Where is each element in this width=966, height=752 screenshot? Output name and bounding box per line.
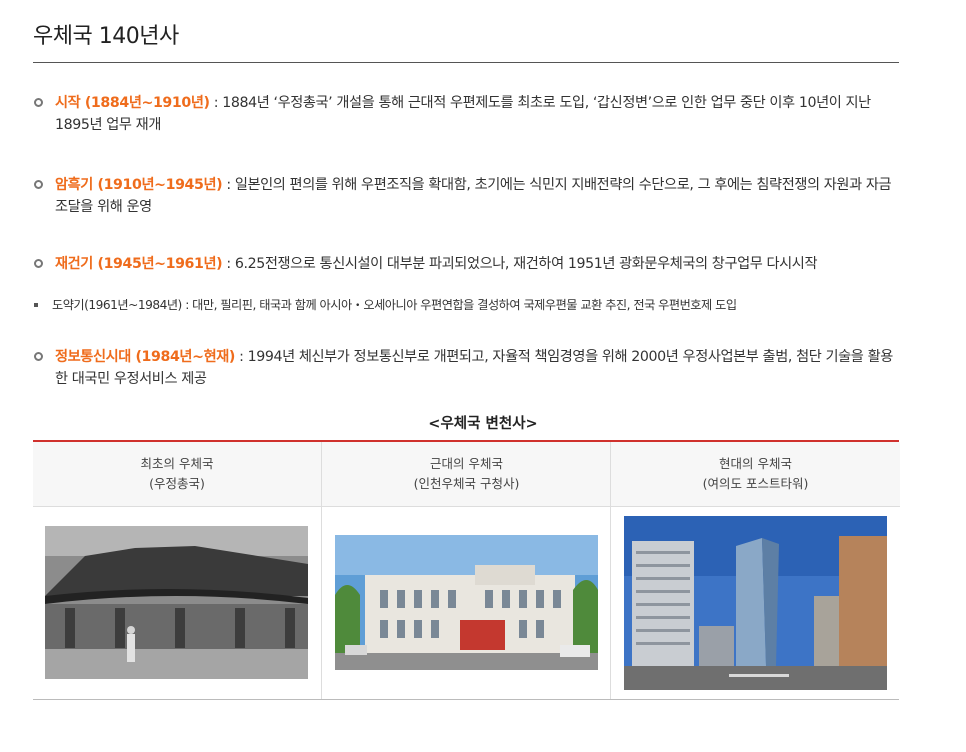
column-subtitle: (여의도 포스트타워) <box>702 476 809 491</box>
period-label: 암흑기 (1910년~1945년) <box>55 177 223 193</box>
yeouido-post-tower-photo <box>624 516 887 690</box>
history-entry-leap: 도약기(1961년~1984년) : 대만, 필리핀, 태국과 함께 아시아・오… <box>34 294 897 316</box>
ring-bullet-icon <box>34 180 43 189</box>
post-office-history-table: 최초의 우체국 (우정총국) 근대의 우체국 (인천우체국 구청사) 현대의 우… <box>33 440 900 700</box>
column-title: 현대의 우체국 <box>719 456 792 471</box>
period-description: 도약기(1961년~1984년) : 대만, 필리핀, 태국과 함께 아시아・오… <box>52 298 737 312</box>
incheon-post-office-photo <box>335 535 598 670</box>
column-subtitle: (인천우체국 구청사) <box>413 476 520 491</box>
ring-bullet-icon <box>34 98 43 107</box>
history-entry-rebuild: 재건기 (1945년~1961년) : 6.25전쟁으로 통신시설이 대부분 파… <box>34 253 900 275</box>
table-column-third: 현대의 우체국 (여의도 포스트타워) <box>610 442 900 699</box>
history-entry-dark-age: 암흑기 (1910년~1945년) : 일본인의 편의를 위해 우편조직을 확대… <box>34 174 900 218</box>
column-title: 최초의 우체국 <box>140 456 214 471</box>
square-bullet-icon <box>34 303 38 307</box>
column-header: 최초의 우체국 (우정총국) <box>33 442 321 507</box>
period-description: : 6.25전쟁으로 통신시설이 대부분 파괴되었으나, 재건하여 1951년 … <box>222 256 818 272</box>
ring-bullet-icon <box>34 259 43 268</box>
table-column-first: 최초의 우체국 (우정총국) <box>33 442 321 699</box>
period-label: 시작 (1884년~1910년) <box>55 95 210 111</box>
table-column-second: 근대의 우체국 (인천우체국 구청사) <box>321 442 611 699</box>
column-header: 근대의 우체국 (인천우체국 구청사) <box>322 442 611 507</box>
history-entry-start: 시작 (1884년~1910년) : 1884년 ‘우정총국’ 개설을 통해 근… <box>34 92 900 136</box>
history-entry-information-age: 정보통신시대 (1984년~현재) : 1994년 체신부가 정보통신부로 개편… <box>34 346 900 390</box>
column-subtitle: (우정총국) <box>149 476 205 491</box>
page-title: 우체국 140년사 <box>33 24 179 49</box>
column-header: 현대의 우체국 (여의도 포스트타워) <box>611 442 900 507</box>
column-title: 근대의 우체국 <box>430 456 503 471</box>
period-label: 재건기 (1945년~1961년) <box>55 256 223 272</box>
table-caption: <우체국 변천사> <box>428 416 538 432</box>
ring-bullet-icon <box>34 352 43 361</box>
first-post-office-photo <box>45 526 308 679</box>
period-label: 정보통신시대 (1984년~현재) <box>55 349 235 365</box>
title-divider <box>33 62 899 63</box>
